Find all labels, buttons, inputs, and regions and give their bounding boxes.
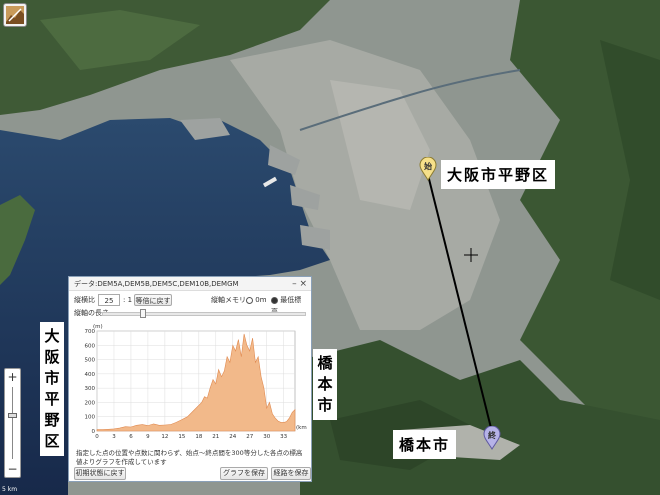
- y-tick-label: 300: [85, 386, 96, 392]
- reset-button[interactable]: 初期状態に戻す: [74, 467, 126, 480]
- radio-zero-m[interactable]: 0m: [246, 294, 267, 306]
- end-place-label: 橋本市: [393, 430, 457, 459]
- elevation-profile-panel[interactable]: データ:DEM5A,DEM5B,DEM5C,DEM10B,DEMGM – × 縦…: [68, 276, 312, 482]
- vertical-ratio-suffix: : 1: [123, 296, 133, 304]
- end-place-vertical-label: 橋本市: [313, 349, 337, 420]
- zoom-slider-handle[interactable]: [8, 413, 17, 418]
- y-length-slider-handle[interactable]: [140, 309, 146, 318]
- start-pin-icon[interactable]: 始: [419, 156, 437, 181]
- y-tick-label: 400: [85, 372, 96, 378]
- save-graph-button[interactable]: グラフを保存: [220, 467, 268, 480]
- y-tick-label: 500: [85, 358, 96, 364]
- window-buttons[interactable]: – ×: [292, 277, 307, 291]
- x-tick-label: 0: [95, 434, 99, 440]
- scale-bar: 5 km: [2, 486, 18, 493]
- vertical-ratio-label: 縦横比: [74, 296, 95, 304]
- zoom-out-button[interactable]: −: [5, 462, 20, 476]
- y-length-slider[interactable]: [102, 312, 306, 316]
- x-tick-label: 12: [161, 434, 168, 440]
- vertical-ratio-input[interactable]: 25: [98, 294, 120, 306]
- x-axis-unit: (km): [296, 425, 307, 431]
- y-tick-label: 200: [85, 400, 96, 406]
- y-length-row: 縦軸の長さ: [74, 308, 306, 318]
- radio-icon: [246, 296, 253, 304]
- x-tick-label: 27: [246, 434, 253, 440]
- x-tick-label: 3: [112, 434, 116, 440]
- y-axis-mode-label: 縦軸メモリ: [211, 296, 246, 304]
- panel-title: データ:DEM5A,DEM5B,DEM5C,DEM10B,DEMGM: [74, 280, 239, 288]
- start-pin-label: 始: [424, 162, 432, 171]
- x-tick-label: 21: [212, 434, 219, 440]
- zoom-track[interactable]: [12, 387, 13, 459]
- ratio-row: 縦横比 25 : 1 等倍に戻す 縦軸メモリ 0m 最低標高: [74, 294, 306, 316]
- y-tick-label: 600: [85, 343, 96, 349]
- x-tick-label: 33: [280, 434, 287, 440]
- radio-selected-icon: [271, 296, 278, 304]
- start-place-vertical-label: 大阪市平野区: [40, 322, 64, 456]
- elevation-tool-icon: [6, 6, 24, 24]
- x-tick-label: 30: [263, 434, 270, 440]
- x-tick-label: 15: [178, 434, 185, 440]
- x-tick-label: 18: [195, 434, 202, 440]
- panel-titlebar[interactable]: データ:DEM5A,DEM5B,DEM5C,DEM10B,DEMGM – ×: [69, 277, 311, 291]
- x-tick-label: 9: [146, 434, 150, 440]
- save-path-button[interactable]: 経路を保存: [271, 467, 311, 480]
- y-axis-unit: (m): [93, 324, 103, 330]
- end-pin-icon[interactable]: 終: [483, 425, 501, 450]
- profile-tool-button[interactable]: [3, 3, 27, 27]
- end-pin-label: 終: [488, 431, 496, 440]
- y-tick-label: 100: [85, 415, 96, 421]
- elevation-chart: 01002003004005006007000 3 6 9 12 15 18 21 24 27 30…: [85, 324, 308, 440]
- zoom-control[interactable]: + −: [4, 368, 21, 478]
- x-tick-label: 24: [229, 434, 236, 440]
- x-tick-label: 6: [129, 434, 133, 440]
- reset-ratio-button[interactable]: 等倍に戻す: [134, 294, 172, 306]
- chart-note: 指定した点の位置や点数に関わらず、始点～終点間を300等分した各点の標高値よりグ…: [76, 449, 303, 466]
- radio-zero-m-label: 0m: [255, 296, 267, 304]
- panel-buttons: 初期状態に戻す グラフを保存 経路を保存: [74, 467, 311, 480]
- zoom-in-button[interactable]: +: [5, 370, 20, 384]
- start-place-label: 大阪市平野区: [441, 160, 556, 189]
